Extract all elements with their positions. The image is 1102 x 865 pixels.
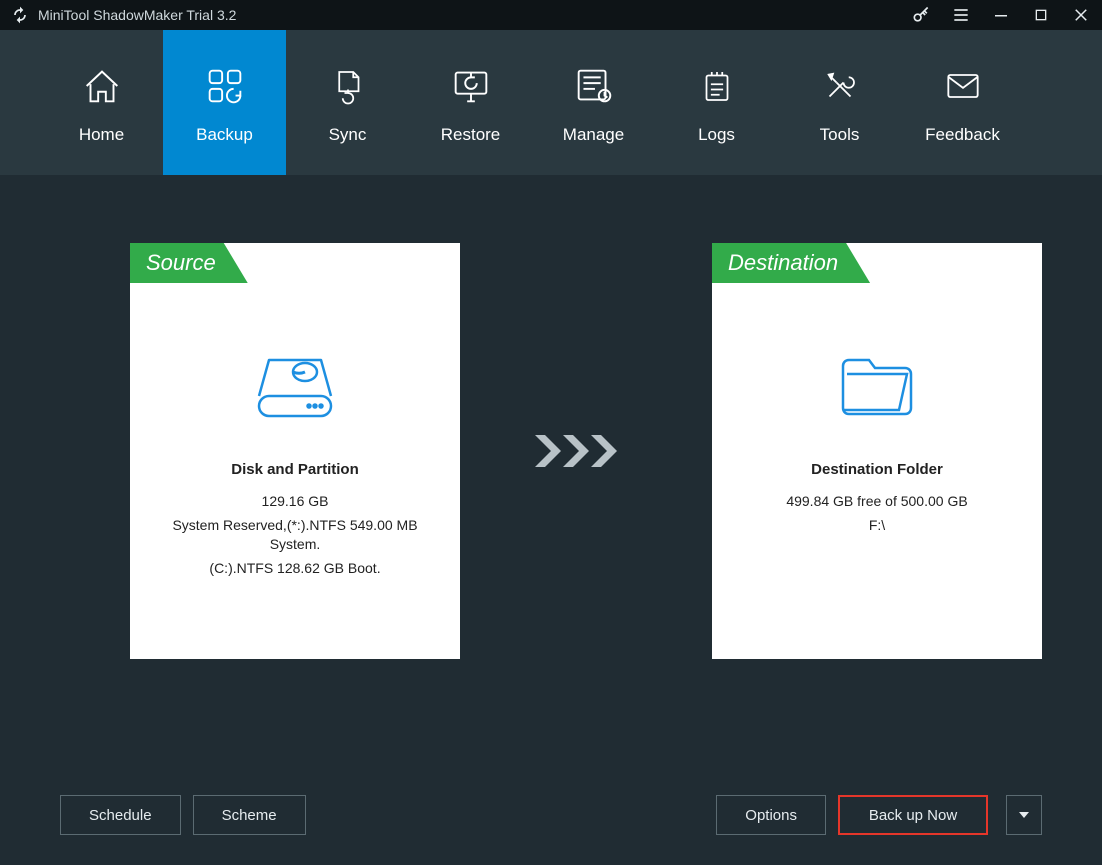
key-icon[interactable] <box>910 4 932 26</box>
close-icon[interactable] <box>1070 4 1092 26</box>
arrow-chevrons-icon <box>460 431 712 471</box>
nav-restore[interactable]: Restore <box>409 30 532 175</box>
nav-label: Manage <box>563 125 624 145</box>
nav-label: Logs <box>698 125 735 145</box>
home-icon <box>77 61 127 111</box>
nav-label: Feedback <box>925 125 1000 145</box>
schedule-button[interactable]: Schedule <box>60 795 181 835</box>
destination-free: 499.84 GB free of 500.00 GB <box>712 492 1042 512</box>
nav-label: Tools <box>820 125 860 145</box>
manage-icon <box>569 61 619 111</box>
nav-home[interactable]: Home <box>40 30 163 175</box>
disk-icon <box>130 331 460 431</box>
backup-now-dropdown[interactable] <box>1006 795 1042 835</box>
source-detail-1: System Reserved,(*:).NTFS 549.00 MB Syst… <box>130 516 460 555</box>
bottom-bar: Schedule Scheme Options Back up Now <box>0 795 1102 835</box>
nav-backup[interactable]: Backup <box>163 30 286 175</box>
nav-label: Backup <box>196 125 253 145</box>
folder-icon <box>712 331 1042 431</box>
scheme-button[interactable]: Scheme <box>193 795 306 835</box>
nav-label: Sync <box>329 125 367 145</box>
restore-icon <box>446 61 496 111</box>
minimize-icon[interactable] <box>990 4 1012 26</box>
chevron-down-icon <box>1018 809 1030 821</box>
app-title: MiniTool ShadowMaker Trial 3.2 <box>38 7 236 23</box>
maximize-icon[interactable] <box>1030 4 1052 26</box>
logs-icon <box>692 61 742 111</box>
main-nav: Home Backup Sync Restore Manage Logs T <box>0 30 1102 175</box>
nav-label: Restore <box>441 125 501 145</box>
source-size: 129.16 GB <box>130 492 460 512</box>
sync-icon <box>323 61 373 111</box>
nav-tools[interactable]: Tools <box>778 30 901 175</box>
source-detail-2: (C:).NTFS 128.62 GB Boot. <box>130 559 460 579</box>
titlebar: MiniTool ShadowMaker Trial 3.2 <box>0 0 1102 30</box>
nav-logs[interactable]: Logs <box>655 30 778 175</box>
destination-header: Destination <box>712 243 1042 283</box>
source-card[interactable]: Source Disk and Partition 129.16 GB Syst… <box>130 243 460 659</box>
source-header: Source <box>130 243 460 283</box>
main-area: Source Disk and Partition 129.16 GB Syst… <box>0 243 1102 865</box>
nav-sync[interactable]: Sync <box>286 30 409 175</box>
nav-manage[interactable]: Manage <box>532 30 655 175</box>
source-title: Disk and Partition <box>130 461 460 478</box>
source-tab-label: Source <box>130 243 248 283</box>
options-button[interactable]: Options <box>716 795 826 835</box>
app-logo-icon <box>10 5 30 25</box>
backup-icon <box>200 61 250 111</box>
destination-path: F:\ <box>712 516 1042 536</box>
nav-feedback[interactable]: Feedback <box>901 30 1024 175</box>
destination-tab-label: Destination <box>712 243 870 283</box>
tools-icon <box>815 61 865 111</box>
feedback-icon <box>938 61 988 111</box>
destination-card[interactable]: Destination Destination Folder 499.84 GB… <box>712 243 1042 659</box>
nav-label: Home <box>79 125 124 145</box>
destination-title: Destination Folder <box>712 461 1042 478</box>
menu-icon[interactable] <box>950 4 972 26</box>
backup-now-button[interactable]: Back up Now <box>838 795 988 835</box>
